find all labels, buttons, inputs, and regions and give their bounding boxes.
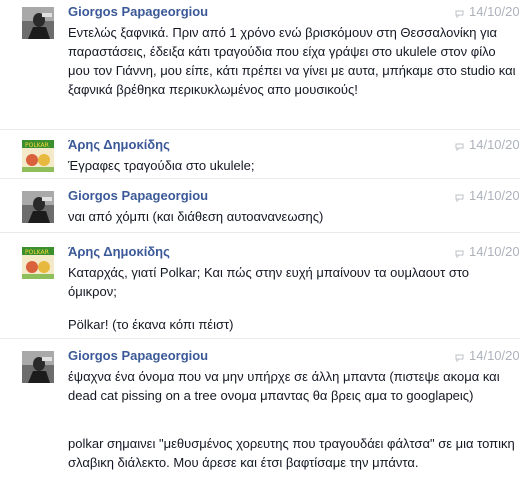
svg-text:POLKAR: POLKAR: [25, 249, 49, 256]
message-text: Καταρχάς, γιατί Polkar; Και πώς στην ευχ…: [68, 265, 470, 299]
message-divider: [0, 178, 520, 179]
sender-name[interactable]: Giorgos Papageorgiou: [68, 188, 208, 203]
message-text: Έγραφες τραγούδια στο ukulele;: [68, 158, 255, 173]
message-divider: [0, 338, 520, 339]
sender-name[interactable]: Άρης Δημοκίδης: [68, 137, 170, 152]
message-time: 14/10/20: [469, 348, 520, 363]
message-meta: 14/10/20: [455, 4, 520, 19]
message-text: Pölkar! (το έκανα κόπι πέιστ): [68, 317, 234, 332]
message-time: 14/10/20: [469, 137, 520, 152]
message-divider: [0, 232, 520, 233]
message-text: ναι από χόμπι (και διάθεση αυτοανανεωσης…: [68, 209, 324, 224]
reply-icon: [455, 191, 465, 202]
reply-icon: [455, 247, 465, 258]
message-meta: 14/10/20: [455, 137, 520, 152]
message-text: έψαχνα ένα όνομα που να μην υπήρχε σε άλ…: [68, 369, 500, 403]
photo-avatar-icon[interactable]: [22, 351, 54, 383]
message-time: 14/10/20: [469, 244, 520, 259]
photo-avatar-icon[interactable]: [22, 7, 54, 39]
sender-name[interactable]: Giorgos Papageorgiou: [68, 348, 208, 363]
polkar-cartoon-avatar-icon[interactable]: POLKAR: [22, 140, 54, 172]
reply-icon: [455, 7, 465, 18]
message-time: 14/10/20: [469, 4, 520, 19]
svg-text:POLKAR: POLKAR: [25, 142, 49, 149]
reply-icon: [455, 351, 465, 362]
message-text: Εντελώς ξαφνικά. Πριν από 1 χρόνο ενώ βρ…: [68, 25, 516, 97]
message-meta: 14/10/20: [455, 244, 520, 259]
message-time: 14/10/20: [469, 188, 520, 203]
sender-name[interactable]: Άρης Δημοκίδης: [68, 244, 170, 259]
message-meta: 14/10/20: [455, 188, 520, 203]
photo-avatar-icon[interactable]: [22, 191, 54, 223]
polkar-cartoon-avatar-icon[interactable]: POLKAR: [22, 247, 54, 279]
message-meta: 14/10/20: [455, 348, 520, 363]
message-text: polkar σημαινει "μεθυσμένος χορευτης που…: [68, 436, 515, 470]
message-divider: [0, 129, 520, 130]
sender-name[interactable]: Giorgos Papageorgiou: [68, 4, 208, 19]
reply-icon: [455, 140, 465, 151]
